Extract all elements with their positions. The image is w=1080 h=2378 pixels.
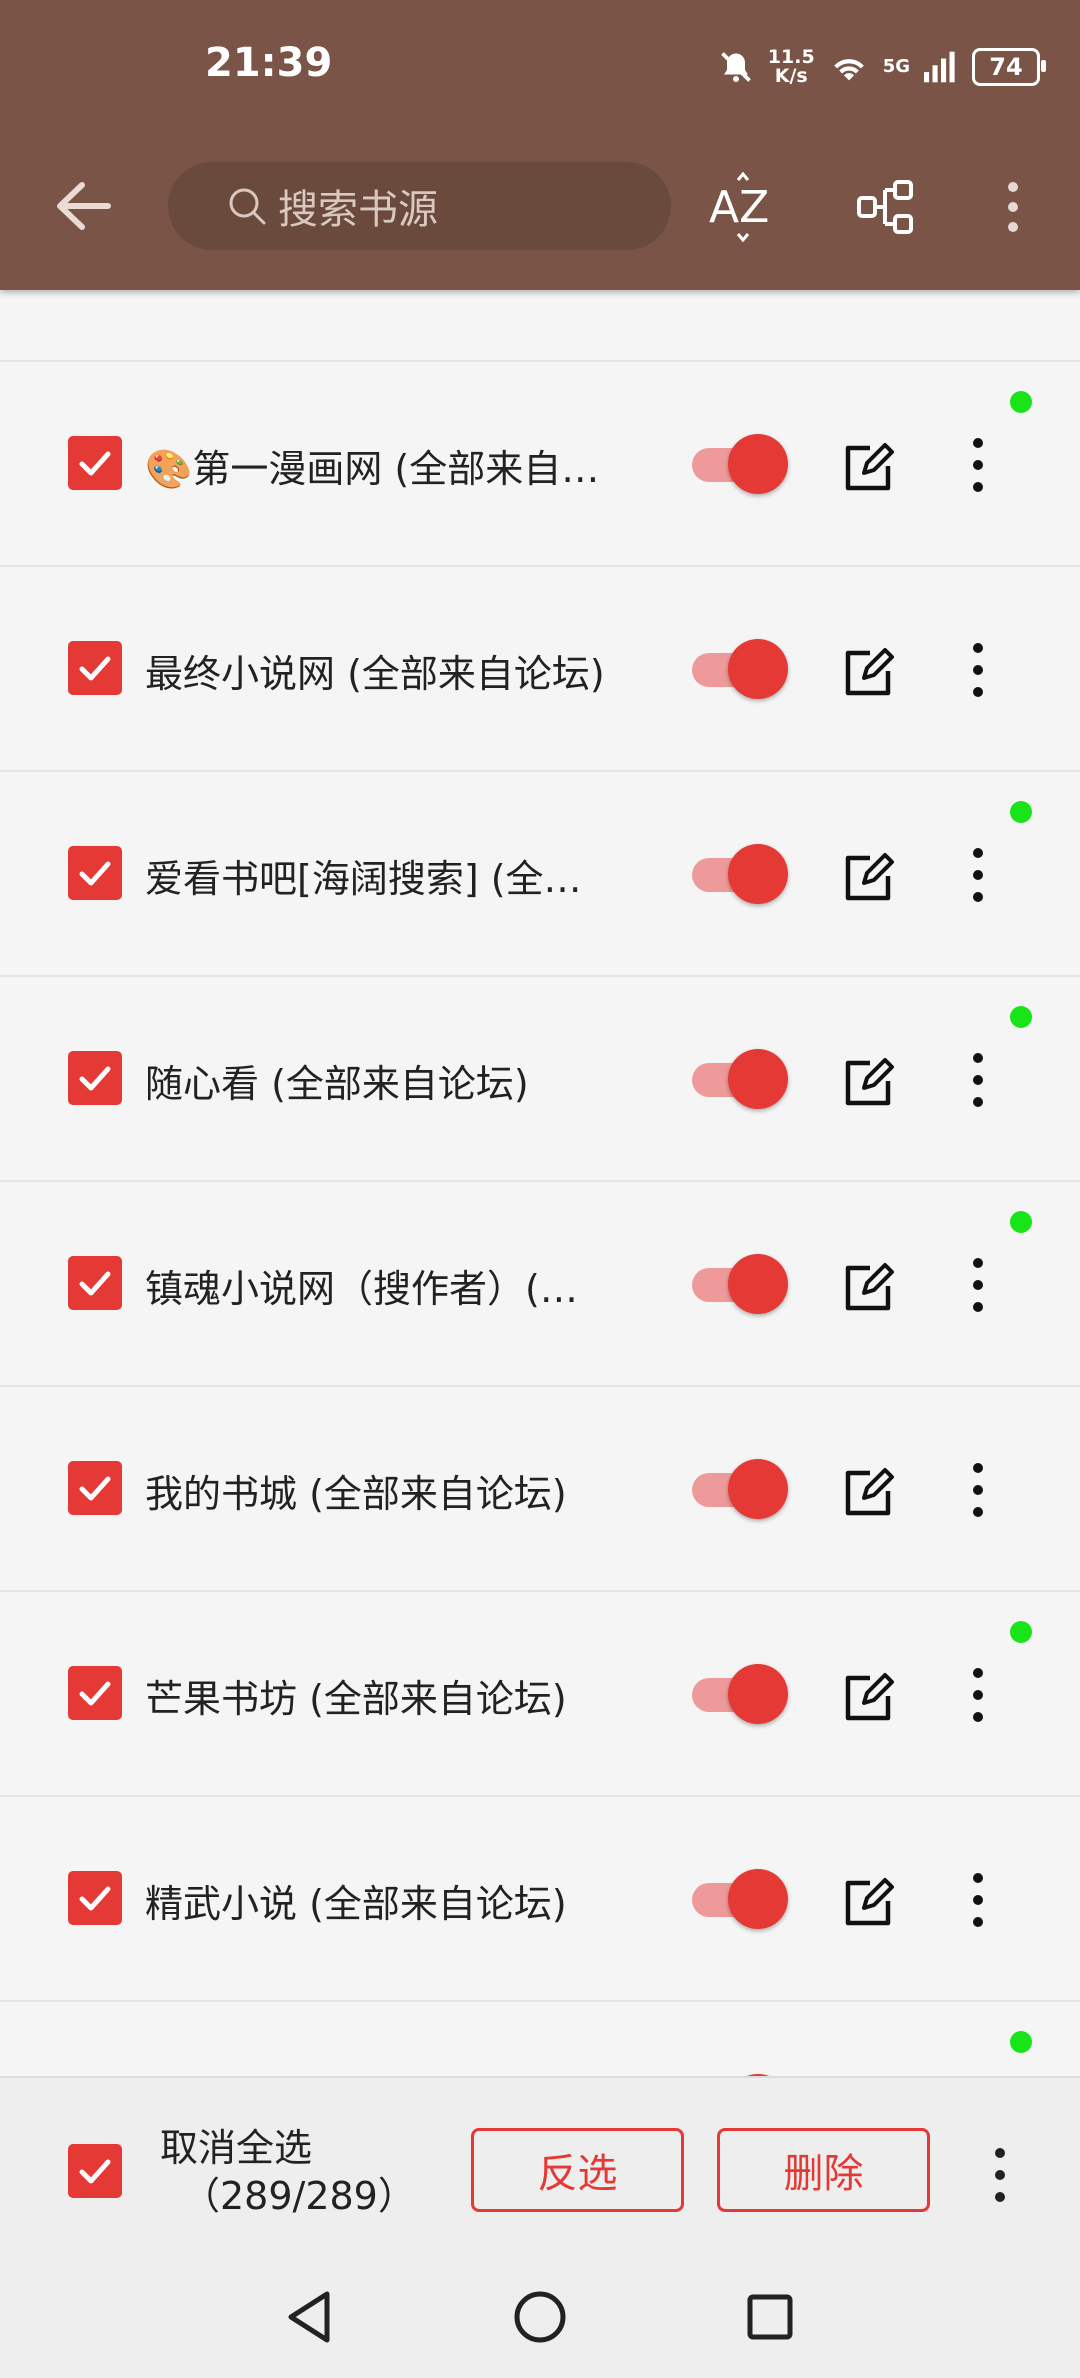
nav-home-icon[interactable]	[505, 2282, 575, 2352]
select-all-label[interactable]: 取消全选 （289/289）	[160, 2124, 416, 2220]
enable-toggle[interactable]	[692, 1664, 792, 1724]
status-indicator	[1010, 1006, 1032, 1028]
row-checkbox[interactable]	[68, 1666, 122, 1720]
delete-button[interactable]: 删除	[717, 2128, 930, 2212]
row-checkbox[interactable]	[68, 1871, 122, 1925]
list-item[interactable]: 最终小说网 (全部来自论坛)	[0, 567, 1080, 770]
bottom-more-button[interactable]	[972, 2144, 1028, 2206]
source-name: 镇魂小说网（搜作者）(…	[145, 1267, 578, 1311]
edit-icon[interactable]	[840, 1465, 896, 1521]
row-checkbox[interactable]	[68, 436, 122, 490]
net-speed: 11.5 K/s	[767, 46, 815, 87]
check-icon	[79, 656, 111, 681]
overflow-menu-button[interactable]	[978, 172, 1048, 242]
enable-toggle[interactable]	[692, 1459, 792, 1519]
status-icons: 11.5 K/s 5G 74	[718, 44, 1046, 90]
row-more-button[interactable]	[950, 844, 1006, 906]
battery-icon: 74	[972, 48, 1046, 86]
row-more-button[interactable]	[950, 434, 1006, 496]
status-indicator	[1010, 391, 1032, 413]
enable-toggle[interactable]	[692, 434, 792, 494]
row-more-button[interactable]	[950, 1254, 1006, 1316]
enable-toggle[interactable]	[692, 639, 792, 699]
selection-count: （289/289）	[182, 2174, 416, 2218]
edit-icon[interactable]	[840, 850, 896, 906]
enable-toggle[interactable]	[692, 844, 792, 904]
select-all-checkbox[interactable]	[68, 2144, 122, 2198]
sort-button[interactable]: AZ	[707, 172, 777, 242]
edit-icon[interactable]	[840, 1055, 896, 1111]
row-more-button[interactable]	[950, 1459, 1006, 1521]
list-item[interactable]	[0, 2002, 1080, 2076]
nav-back-icon[interactable]	[275, 2282, 345, 2352]
sort-az-label: AZ	[709, 182, 769, 233]
row-more-button[interactable]	[950, 639, 1006, 701]
source-name: 🎨第一漫画网 (全部来自…	[145, 447, 600, 491]
app-bar: 21:39 11.5 K/s 5G 74 搜索书源 AZ	[0, 0, 1080, 290]
group-button[interactable]	[851, 172, 921, 242]
check-icon	[79, 2159, 111, 2184]
back-button[interactable]	[48, 175, 120, 237]
edit-icon[interactable]	[840, 440, 896, 496]
list-item[interactable]: 爱看书吧[海阔搜索] (全…	[0, 772, 1080, 975]
check-icon	[79, 1066, 111, 1091]
list-item[interactable]: 精武小说 (全部来自论坛)	[0, 1797, 1080, 2000]
hierarchy-icon	[857, 180, 913, 234]
source-name: 爱看书吧[海阔搜索] (全…	[145, 857, 582, 901]
signal-icon	[924, 51, 955, 83]
deselect-all-text: 取消全选	[160, 2126, 313, 2170]
enable-toggle[interactable]	[692, 1869, 792, 1929]
check-icon	[79, 1271, 111, 1296]
edit-icon[interactable]	[840, 1260, 896, 1316]
source-list[interactable]: 🎨第一漫画网 (全部来自… 最终小说网 (全部来自论坛) 爱看书吧[海阔搜索] …	[0, 290, 1080, 2076]
list-item[interactable]: 芒果书坊 (全部来自论坛)	[0, 1592, 1080, 1795]
row-more-button[interactable]	[950, 1049, 1006, 1111]
source-name: 我的书城 (全部来自论坛)	[145, 1472, 567, 1516]
wifi-icon	[833, 59, 864, 81]
list-item[interactable]: 我的书城 (全部来自论坛)	[0, 1387, 1080, 1590]
bell-muted-icon	[720, 52, 751, 82]
sort-az-icon: AZ	[709, 172, 769, 242]
enable-toggle[interactable]	[692, 1254, 792, 1314]
search-input[interactable]: 搜索书源	[278, 177, 438, 235]
status-indicator	[1010, 2031, 1032, 2053]
status-time: 21:39	[205, 40, 333, 86]
row-checkbox[interactable]	[68, 1256, 122, 1310]
check-icon	[79, 861, 111, 886]
enable-toggle[interactable]	[692, 1049, 792, 1109]
row-more-button[interactable]	[950, 1869, 1006, 1931]
network-type: 5G	[882, 56, 910, 77]
search-icon	[229, 188, 266, 225]
edit-icon[interactable]	[840, 1875, 896, 1931]
status-indicator	[1010, 801, 1032, 823]
list-item[interactable]: 随心看 (全部来自论坛)	[0, 977, 1080, 1180]
row-checkbox[interactable]	[68, 846, 122, 900]
status-indicator	[1010, 1211, 1032, 1233]
invert-selection-button[interactable]: 反选	[471, 2128, 684, 2212]
source-name: 最终小说网 (全部来自论坛)	[145, 652, 605, 696]
source-name: 芒果书坊 (全部来自论坛)	[145, 1677, 567, 1721]
row-checkbox[interactable]	[68, 1461, 122, 1515]
row-checkbox[interactable]	[68, 1051, 122, 1105]
status-indicator	[1010, 1621, 1032, 1643]
list-item[interactable]: 🎨第一漫画网 (全部来自…	[0, 362, 1080, 565]
search-bar[interactable]: 搜索书源	[168, 162, 671, 250]
list-item[interactable]: 镇魂小说网（搜作者）(…	[0, 1182, 1080, 1385]
source-name: 精武小说 (全部来自论坛)	[145, 1882, 567, 1926]
source-name: 随心看 (全部来自论坛)	[145, 1062, 529, 1106]
edit-icon[interactable]	[840, 645, 896, 701]
check-icon	[79, 1886, 111, 1911]
check-icon	[79, 1681, 111, 1706]
nav-recents-icon[interactable]	[735, 2282, 805, 2352]
edit-icon[interactable]	[840, 1670, 896, 1726]
check-icon	[79, 1476, 111, 1501]
more-vert-icon	[1008, 182, 1018, 232]
row-checkbox[interactable]	[68, 641, 122, 695]
row-more-button[interactable]	[950, 1664, 1006, 1726]
check-icon	[79, 451, 111, 476]
arrow-left-icon	[57, 182, 111, 230]
